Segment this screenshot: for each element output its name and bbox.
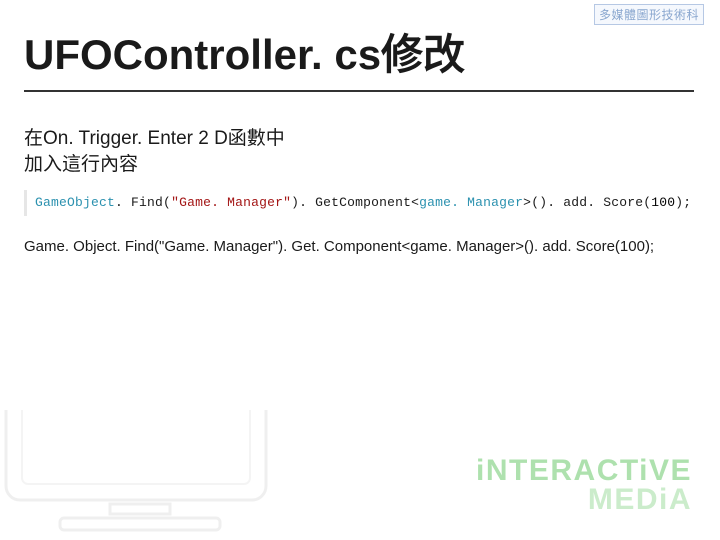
footer-logo: iNTERACTiVE MEDiA [476,457,692,514]
logo-line-2: MEDiA [476,486,692,515]
instruction-line-1: 在On. Trigger. Enter 2 D函數中 [24,126,285,152]
slide-title: UFOController. cs修改 [24,32,465,78]
code-token: . [115,195,131,210]
code-token: (). [531,195,563,210]
code-token: < [411,195,419,210]
code-token: GameObject [35,195,115,210]
logo-line-1: iNTERACTiVE [476,457,692,486]
code-token: game. Manager [419,195,523,210]
code-token: > [523,195,531,210]
code-token: Find [131,195,163,210]
code-screenshot: GameObject. Find("Game. Manager"). GetCo… [24,190,694,216]
code-token: add. Score [563,195,643,210]
slide: 多媒體圖形技術科 UFOController. cs修改 在On. Trigge… [0,0,720,540]
code-plaintext: Game. Object. Find("Game. Manager"). Get… [24,238,654,255]
monitor-decoration [0,410,310,540]
title-underline [24,90,694,92]
dept-badge: 多媒體圖形技術科 [594,4,704,25]
instruction-line-2: 加入這行內容 [24,152,285,178]
code-token: ). [291,195,315,210]
code-token: ); [675,195,691,210]
code-token: ( [163,195,171,210]
code-token: 100 [651,195,675,210]
code-token: "Game. Manager" [171,195,291,210]
instruction-text: 在On. Trigger. Enter 2 D函數中 加入這行內容 [24,126,285,177]
monitor-icon [0,410,310,540]
code-token: GetComponent [315,195,411,210]
